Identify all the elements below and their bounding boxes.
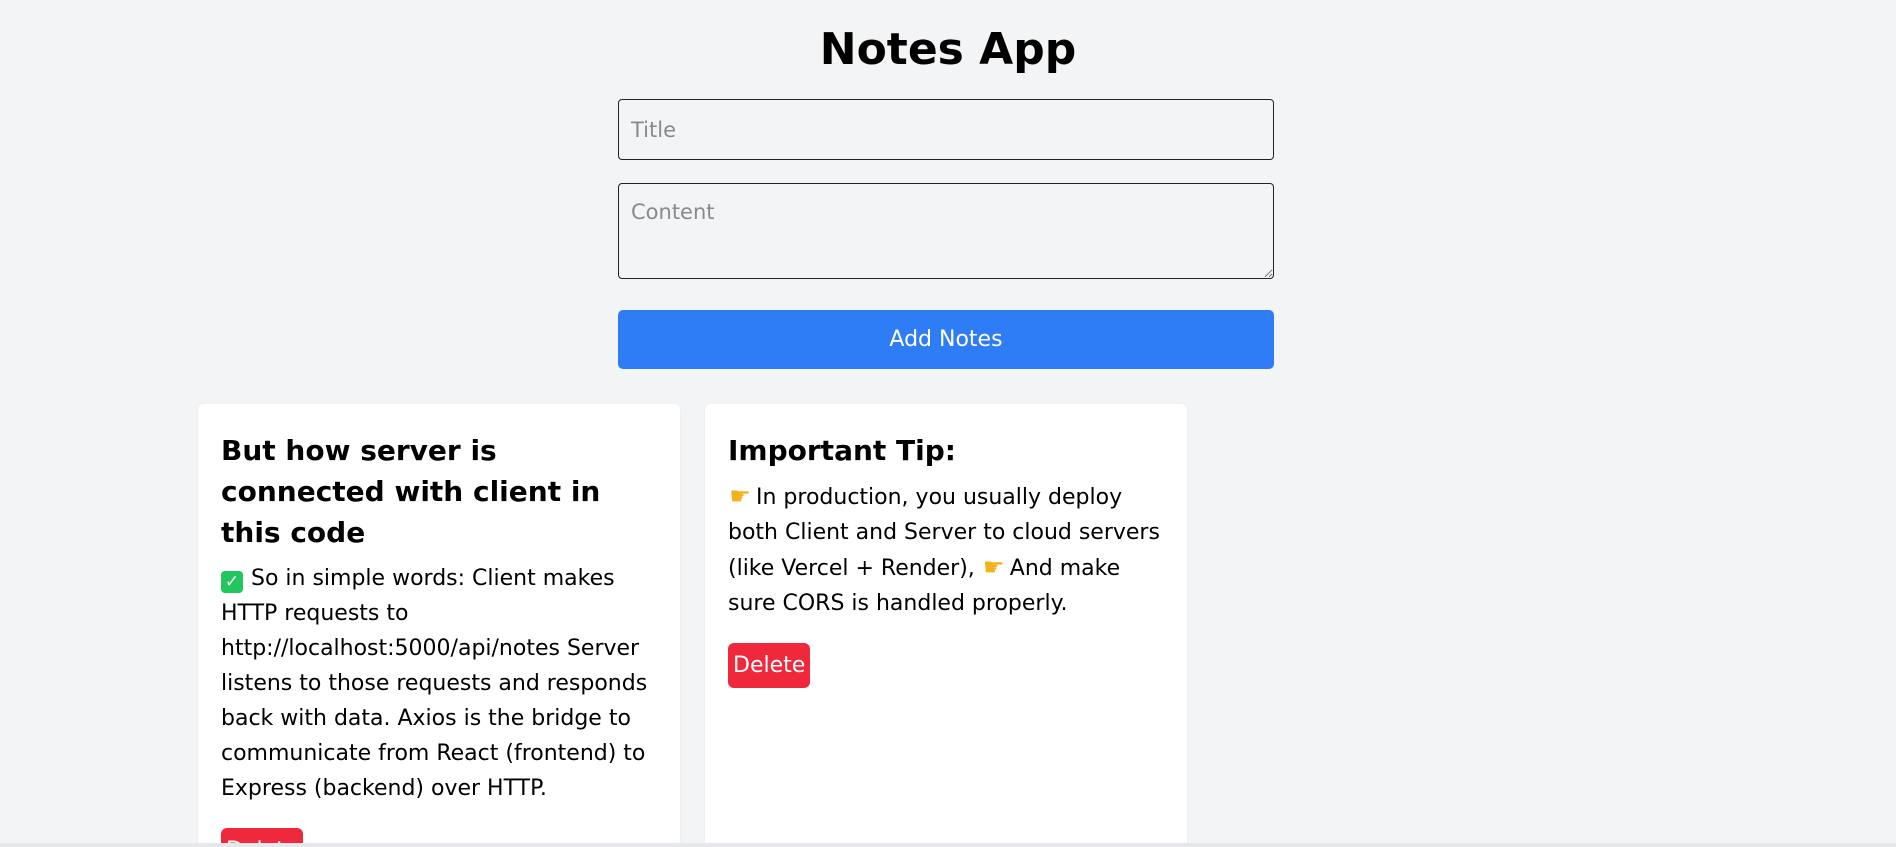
note-title: Important Tip: xyxy=(728,434,956,467)
delete-note-button[interactable]: Delete xyxy=(728,643,811,688)
check-mark-icon: ✓ xyxy=(221,571,243,593)
add-notes-button[interactable]: Add Notes xyxy=(618,310,1274,369)
page-bottom-edge xyxy=(0,843,1896,847)
title-input[interactable] xyxy=(618,99,1274,160)
content-input[interactable] xyxy=(618,183,1274,279)
pointing-hand-icon: ☛ xyxy=(729,482,751,510)
note-card: Important Tip: ☛ In production, you usual… xyxy=(705,404,1187,847)
notes-app-page: Notes App Add Notes But how server is co… xyxy=(0,0,1896,847)
note-card: But how server is connected with client … xyxy=(198,404,680,847)
note-content-text: So in simple words: Client makes HTTP re… xyxy=(221,566,648,801)
note-content: ☛ In production, you usually deploy both … xyxy=(728,479,1164,621)
pointing-hand-icon: ☛ xyxy=(983,553,1005,581)
note-content: ✓ So in simple words: Client makes HTTP r… xyxy=(221,561,657,806)
page-title: Notes App xyxy=(819,24,1077,75)
note-title: But how server is connected with client … xyxy=(221,434,601,549)
